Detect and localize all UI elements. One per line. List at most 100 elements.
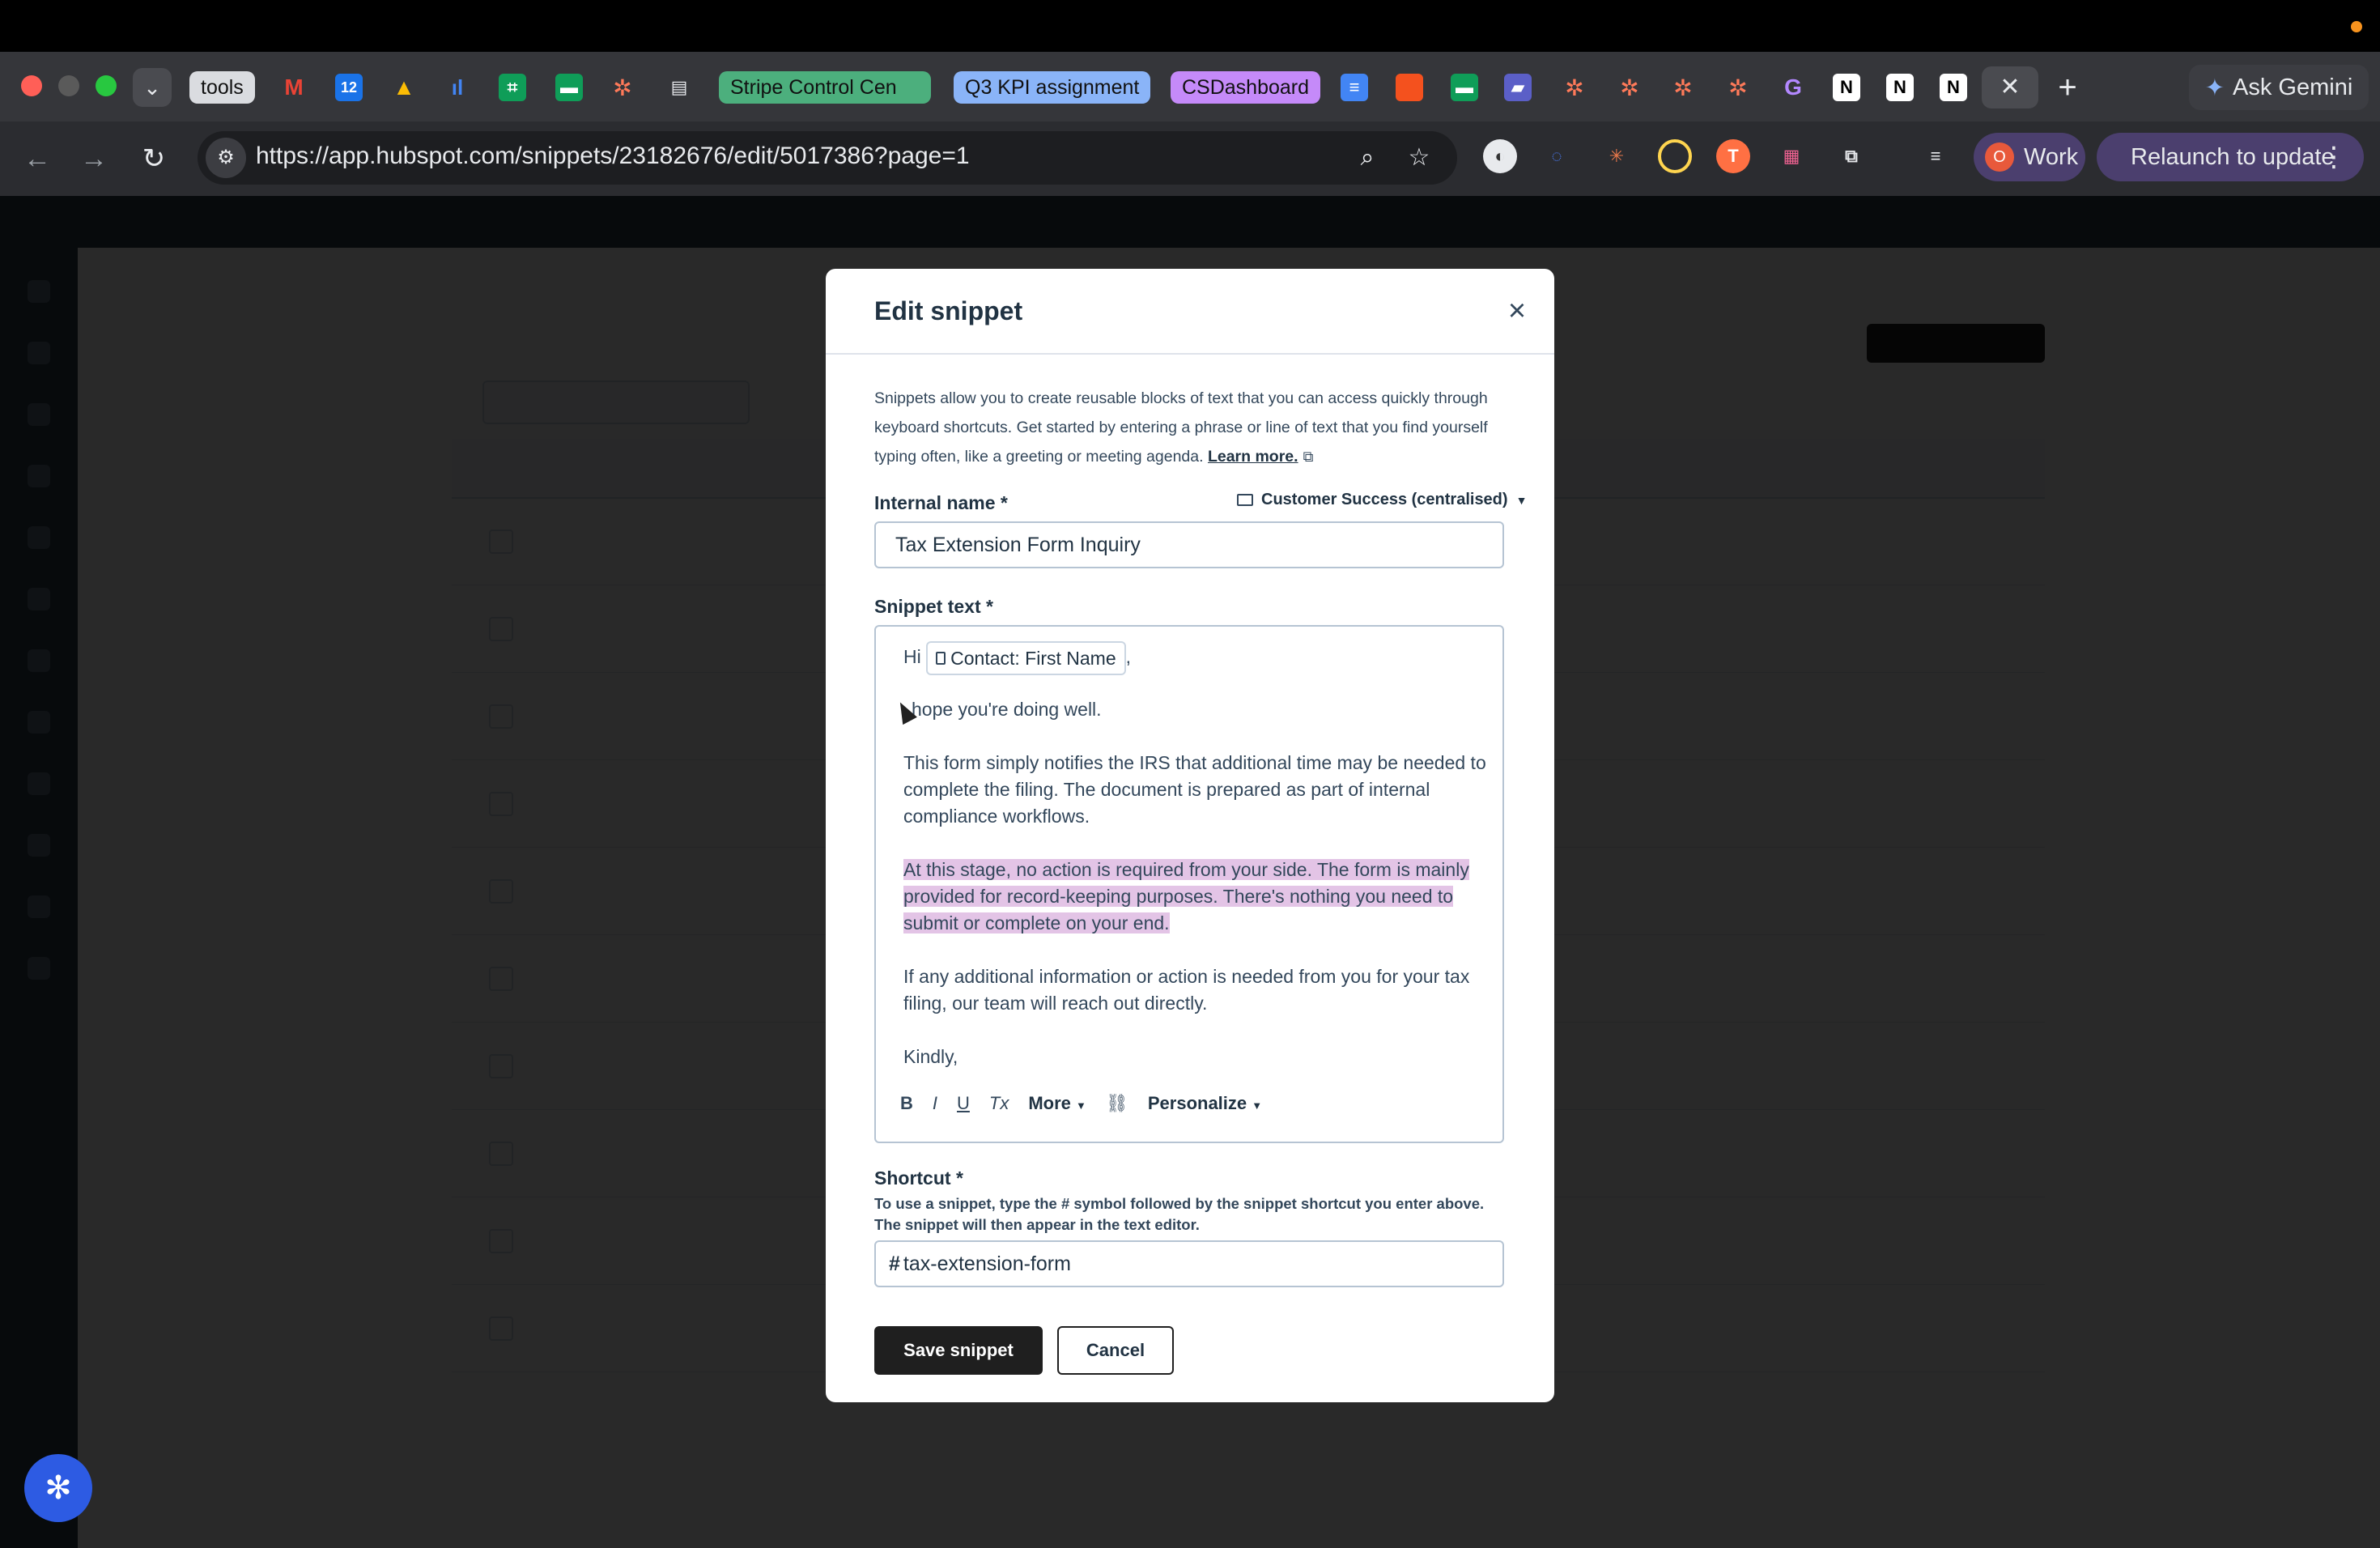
forward-arrow-icon[interactable]: →: [74, 139, 113, 178]
tab-group-tools[interactable]: tools: [189, 70, 255, 105]
os-menubar: [0, 0, 2380, 52]
profile-chip[interactable]: O Work: [1974, 133, 2085, 181]
tab-orange[interactable]: [1396, 70, 1423, 105]
tab-calendar[interactable]: 12: [335, 70, 363, 105]
notion-icon: N: [1940, 74, 1967, 101]
tab-chat[interactable]: ▰: [1504, 70, 1532, 105]
help-widget-icon[interactable]: ✻: [24, 1454, 92, 1522]
extensions-puzzle-icon[interactable]: ⧉: [1834, 139, 1868, 173]
personalization-token[interactable]: Contact: First Name: [926, 641, 1126, 675]
url-text[interactable]: https://app.hubspot.com/snippets/2318267…: [256, 142, 970, 170]
personalize-dropdown[interactable]: Personalize ▼: [1148, 1093, 1262, 1114]
media-controls-icon[interactable]: ≡: [1919, 139, 1953, 173]
extension-claude-icon[interactable]: ✳: [1600, 139, 1634, 173]
ask-gemini-button[interactable]: ✦ Ask Gemini: [2189, 65, 2369, 110]
extension-swirl-icon[interactable]: ◌: [1540, 139, 1574, 173]
learn-more-link[interactable]: Learn more.: [1208, 448, 1298, 466]
hubspot-icon: ✲: [1728, 74, 1748, 100]
hubspot-icon: ✲: [1565, 74, 1584, 100]
tab-csdashboard[interactable]: CSDashboard: [1171, 70, 1321, 105]
clear-format-icon[interactable]: Tx: [989, 1093, 1009, 1114]
window-zoom-button[interactable]: [96, 75, 117, 96]
g-icon: G: [1784, 74, 1802, 100]
tab-notion-2[interactable]: N: [1886, 70, 1914, 105]
external-link-icon[interactable]: ⧉: [1303, 449, 1314, 465]
shortcut-input[interactable]: # tax-extension-form: [874, 1240, 1504, 1287]
dialog-header: Edit snippet ×: [826, 269, 1554, 355]
tab-g[interactable]: G: [1779, 70, 1807, 105]
editor-toolbar: B I U Tx More ▼ ⛓ Personalize ▼: [900, 1093, 1262, 1114]
gmail-icon: M: [284, 74, 304, 100]
tab-group-label: Q3 KPI assignment: [954, 71, 1151, 104]
hash-prefix: #: [889, 1252, 900, 1275]
notion-icon: N: [1886, 74, 1914, 101]
shortcut-label: Shortcut *: [874, 1167, 963, 1189]
profile-label: Work: [2024, 143, 2079, 170]
close-icon[interactable]: ×: [1499, 293, 1535, 329]
cancel-button[interactable]: Cancel: [1057, 1326, 1174, 1375]
snippet-text-label: Snippet text *: [874, 596, 993, 617]
tab-notion-1[interactable]: N: [1833, 70, 1860, 105]
folder-label: Customer Success (centralised): [1261, 491, 1508, 508]
meet-icon: ▬: [1451, 74, 1478, 101]
tab-hubspot-2[interactable]: ✲: [1561, 70, 1588, 105]
caret-down-icon: ▼: [1515, 493, 1528, 507]
hubspot-icon: ✲: [1620, 74, 1639, 100]
app-icon: [1396, 74, 1423, 101]
italic-icon[interactable]: I: [933, 1093, 937, 1114]
window-close-button[interactable]: [21, 75, 42, 96]
extension-lock-icon[interactable]: ◐: [1483, 139, 1517, 173]
bookmark-star-icon[interactable]: ☆: [1400, 139, 1438, 176]
active-tab-close-icon[interactable]: ✕: [1982, 66, 2038, 108]
tab-docs[interactable]: ≡: [1341, 70, 1368, 105]
tab-hubspot-5[interactable]: ✲: [1724, 70, 1752, 105]
zoom-magnifier-icon[interactable]: ⌕: [1349, 139, 1386, 176]
tab-sheets[interactable]: ▬: [555, 70, 583, 105]
tab-analytics[interactable]: ıl: [444, 70, 471, 105]
more-dropdown[interactable]: More ▼: [1028, 1093, 1086, 1114]
link-icon[interactable]: ⛓: [1106, 1093, 1128, 1114]
new-tab-plus-icon[interactable]: +: [2050, 70, 2085, 105]
save-snippet-button[interactable]: Save snippet: [874, 1326, 1043, 1375]
shortcut-value: tax-extension-form: [903, 1252, 1071, 1275]
analytics-icon: ıl: [451, 74, 464, 100]
internal-name-input[interactable]: Tax Extension Form Inquiry: [874, 521, 1504, 568]
tab-hubspot-3[interactable]: ✲: [1616, 70, 1643, 105]
dialog-title: Edit snippet: [874, 296, 1023, 325]
notion-icon: N: [1833, 74, 1860, 101]
site-info-tune-icon[interactable]: ⚙: [206, 138, 246, 178]
tab-app-green[interactable]: ⌗: [499, 70, 526, 105]
relaunch-to-update-button[interactable]: Relaunch to update ⋮: [2097, 133, 2364, 181]
extension-circle-icon[interactable]: [1658, 139, 1692, 173]
extension-figma-icon[interactable]: ▦: [1774, 139, 1808, 173]
edit-snippet-dialog: Edit snippet × Snippets allow you to cre…: [826, 269, 1554, 1402]
tab-meet[interactable]: ▬: [1451, 70, 1478, 105]
dialog-description: Snippets allow you to create reusable bl…: [874, 384, 1506, 471]
contact-card-icon: [936, 652, 946, 665]
tab-stripe[interactable]: Stripe Control Cen: [719, 70, 931, 105]
ask-gemini-label: Ask Gemini: [2233, 74, 2353, 100]
relaunch-label: Relaunch to update: [2131, 143, 2335, 170]
extension-t-icon[interactable]: T: [1716, 139, 1750, 173]
tab-drive[interactable]: ▲: [390, 70, 418, 105]
tab-group-label: CSDashboard: [1171, 71, 1321, 104]
folder-dropdown[interactable]: Customer Success (centralised) ▼: [1237, 491, 1527, 509]
tab-notion-3[interactable]: N: [1940, 70, 1967, 105]
editor-content[interactable]: Hi Contact: First Name , hope you're doi…: [903, 641, 1486, 1097]
tab-notes[interactable]: ▤: [665, 70, 693, 105]
back-arrow-icon[interactable]: ←: [18, 139, 57, 178]
tab-gmail[interactable]: M: [280, 70, 308, 105]
snippet-text-editor[interactable]: Hi Contact: First Name , hope you're doi…: [874, 625, 1504, 1143]
underline-icon[interactable]: U: [957, 1093, 970, 1114]
tab-group-label: tools: [189, 71, 255, 104]
gemini-sparkle-icon: ✦: [2204, 74, 2225, 101]
tab-search-chevron-icon[interactable]: ⌄: [133, 68, 172, 107]
caret-down-icon: ▼: [1252, 1099, 1263, 1112]
tab-hubspot-1[interactable]: ✲: [609, 70, 636, 105]
description-text: Snippets allow you to create reusable bl…: [874, 389, 1488, 466]
tab-q3kpi[interactable]: Q3 KPI assignment: [954, 70, 1151, 105]
reload-icon[interactable]: ↻: [134, 139, 173, 178]
window-minimize-button[interactable]: [58, 75, 79, 96]
bold-icon[interactable]: B: [900, 1093, 913, 1114]
tab-hubspot-4[interactable]: ✲: [1669, 70, 1697, 105]
